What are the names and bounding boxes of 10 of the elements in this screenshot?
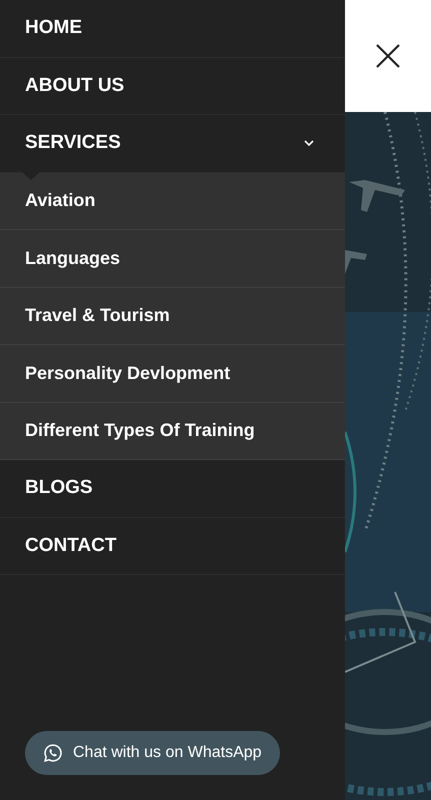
menu-item[interactable]: ABOUT US bbox=[0, 58, 345, 115]
submenu-item[interactable]: Different Types Of Training bbox=[0, 402, 345, 460]
menu-item[interactable]: CONTACT bbox=[0, 518, 345, 575]
submenu-item[interactable]: Aviation bbox=[0, 172, 345, 230]
submenu-item[interactable]: Travel & Tourism bbox=[0, 288, 345, 345]
submenu-item[interactable]: Personality Devlopment bbox=[0, 345, 345, 402]
whatsapp-button[interactable]: Chat with us on WhatsApp bbox=[25, 731, 280, 775]
whatsapp-icon bbox=[43, 743, 63, 763]
submenu-item[interactable]: Languages bbox=[0, 230, 345, 288]
chevron-icon bbox=[304, 140, 314, 147]
